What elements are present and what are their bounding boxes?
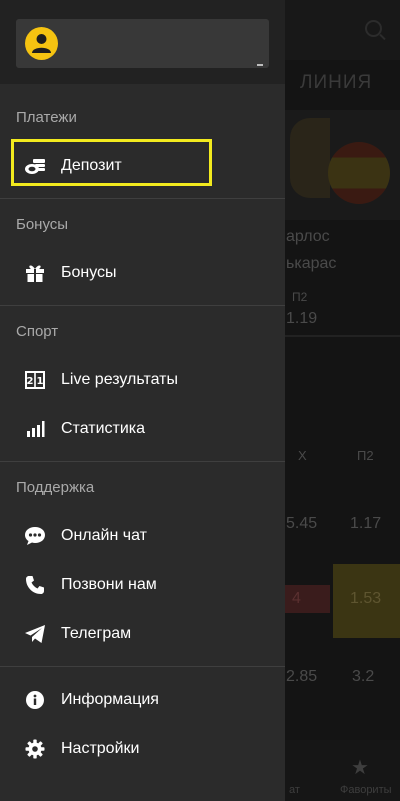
tab-label: ат bbox=[289, 784, 300, 796]
drawer-header bbox=[0, 0, 285, 84]
menu-item-label: Бонусы bbox=[61, 264, 117, 281]
menu-item-information[interactable]: Информация bbox=[0, 680, 285, 720]
divider bbox=[0, 305, 285, 306]
odds-cell: 1.53 bbox=[350, 590, 382, 607]
odds-header-p2: П2 bbox=[292, 290, 308, 304]
avatar bbox=[25, 27, 58, 60]
search-icon bbox=[365, 20, 382, 37]
menu-item-label: Информация bbox=[61, 691, 159, 708]
menu-item-live-results[interactable]: 2 1 Live результаты bbox=[0, 360, 285, 400]
menu-item-online-chat[interactable]: Онлайн чат bbox=[0, 516, 285, 556]
info-icon bbox=[24, 690, 46, 710]
background-title: ЛИНИЯ bbox=[300, 72, 373, 93]
phone-icon bbox=[24, 575, 46, 595]
divider bbox=[0, 461, 285, 462]
section-title-sport: Спорт bbox=[16, 323, 59, 340]
dropdown-indicator-icon bbox=[257, 64, 263, 66]
highlight-frame bbox=[11, 139, 212, 186]
player-photo bbox=[290, 118, 330, 198]
odds-cell: 2.85 bbox=[286, 668, 318, 685]
menu-item-label: Настройки bbox=[61, 740, 140, 757]
section-title-bonuses: Бонусы bbox=[16, 216, 69, 233]
menu-item-label: Live результаты bbox=[61, 371, 178, 388]
column-x: Х bbox=[298, 448, 307, 463]
user-icon bbox=[32, 34, 51, 53]
menu-item-label: Статистика bbox=[61, 420, 146, 437]
menu-item-call-us[interactable]: Позвони нам bbox=[0, 565, 285, 605]
scoreboard-icon: 2 1 bbox=[24, 370, 46, 390]
chat-bubble-icon bbox=[24, 526, 46, 546]
tab-favorites: Фавориты bbox=[340, 784, 392, 796]
odds-cell: 1.17 bbox=[350, 515, 382, 532]
divider bbox=[0, 666, 285, 667]
telegram-icon bbox=[24, 624, 46, 644]
menu-item-statistics[interactable]: Статистика bbox=[0, 409, 285, 449]
bar-chart-icon bbox=[24, 419, 46, 439]
odds-value: 1.19 bbox=[286, 310, 318, 327]
odds-cell: 5.45 bbox=[286, 515, 318, 532]
profile-selector[interactable] bbox=[16, 19, 269, 68]
star-icon: ★ bbox=[351, 757, 369, 779]
odds-cell: 4 bbox=[292, 590, 301, 607]
background-topbar bbox=[285, 0, 400, 60]
section-title-payments: Платежи bbox=[16, 109, 77, 126]
player-name-line2: ькарас bbox=[286, 255, 337, 272]
svg-text:1: 1 bbox=[37, 376, 44, 387]
gift-icon bbox=[24, 263, 46, 283]
menu-item-label: Телеграм bbox=[61, 625, 132, 642]
menu-item-settings[interactable]: Настройки bbox=[0, 729, 285, 769]
section-title-support: Поддержка bbox=[16, 479, 95, 496]
menu-item-bonuses[interactable]: Бонусы bbox=[0, 253, 285, 293]
menu-item-label: Позвони нам bbox=[61, 576, 157, 593]
menu-item-telegram[interactable]: Телеграм bbox=[0, 614, 285, 654]
divider bbox=[0, 198, 285, 199]
player-name-line1: арлос bbox=[286, 228, 330, 245]
spain-flag-icon bbox=[328, 142, 390, 204]
menu-item-label: Онлайн чат bbox=[61, 527, 147, 544]
gear-icon bbox=[24, 739, 46, 759]
background-divider bbox=[285, 335, 400, 337]
odds-cell: 3.2 bbox=[352, 668, 375, 685]
column-p2: П2 bbox=[357, 448, 374, 463]
svg-text:2: 2 bbox=[27, 376, 34, 387]
navigation-drawer: Платежи Депозит Бонусы Бонусы Спорт 2 1 … bbox=[0, 0, 285, 801]
